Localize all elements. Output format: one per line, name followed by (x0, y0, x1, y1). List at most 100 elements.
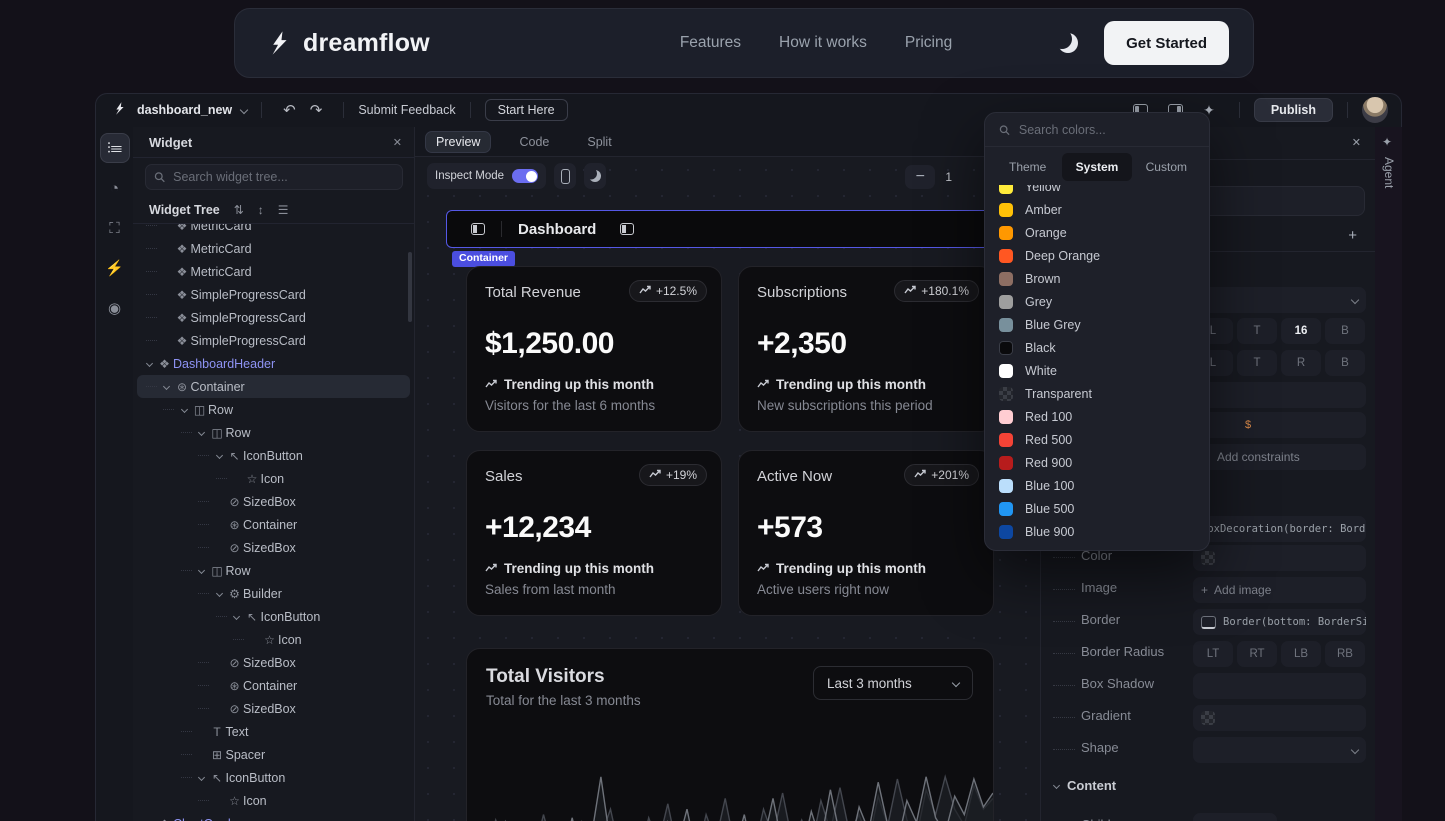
tree-item-sizedbox[interactable]: ⊘ SizedBox (137, 697, 410, 720)
chevron-down-icon[interactable] (177, 407, 191, 412)
gradient-field[interactable] (1193, 705, 1366, 731)
tree-item-metriccard[interactable]: ❖ MetricCard (137, 237, 410, 260)
color-option-green-100[interactable]: Green 100 (995, 543, 1199, 544)
property-field-variable[interactable]: $ (1193, 412, 1366, 438)
agent-tab[interactable]: Agent (1382, 157, 1396, 188)
nav-link-0[interactable]: Features (680, 34, 741, 52)
picker-tab-custom[interactable]: Custom (1132, 153, 1201, 181)
metric-card-3[interactable]: Active Now +201% +573 Trending up this m… (738, 450, 994, 616)
tab-preview[interactable]: Preview (425, 131, 491, 153)
tree-item-sizedbox[interactable]: ⊘ SizedBox (137, 536, 410, 559)
color-option-black[interactable]: Black (995, 336, 1199, 359)
start-here-button[interactable]: Start Here (485, 99, 568, 121)
visitors-range-select[interactable]: Last 3 months (813, 666, 973, 700)
tree-item-row[interactable]: ◫ Row (137, 398, 410, 421)
color-option-red-100[interactable]: Red 100 (995, 405, 1199, 428)
border-radius-rb[interactable]: RB (1325, 641, 1365, 667)
tree-item-icon[interactable]: ☆ Icon (137, 467, 410, 490)
color-option-grey[interactable]: Grey (995, 290, 1199, 313)
tab-code[interactable]: Code (509, 132, 559, 152)
chevron-down-icon[interactable] (142, 361, 156, 366)
redo-button[interactable]: ↷ (310, 101, 323, 119)
tree-scrollbar[interactable] (408, 252, 412, 322)
color-option-blue-900[interactable]: Blue 900 (995, 520, 1199, 543)
tab-split[interactable]: Split (577, 132, 621, 152)
tree-item-icon[interactable]: ☆ Icon (137, 628, 410, 651)
color-option-amber[interactable]: Amber (995, 198, 1199, 221)
padding-r[interactable]: R (1281, 350, 1321, 376)
image-icon[interactable]: ⛶ (100, 213, 130, 243)
widget-tree-icon[interactable]: ⫶☰ (100, 133, 130, 163)
tree-item-metriccard[interactable]: ❖ MetricCard (137, 260, 410, 283)
app-header[interactable]: Dashboard (446, 210, 1016, 248)
tree-item-container[interactable]: ⊛ Container (137, 375, 410, 398)
nav-link-2[interactable]: Pricing (905, 34, 952, 52)
chevron-down-icon[interactable] (195, 775, 209, 780)
tree-item-container[interactable]: ⊛ Container (137, 513, 410, 536)
tree-item-simpleprogresscard[interactable]: ❖ SimpleProgressCard (137, 329, 410, 352)
chevron-down-icon[interactable] (195, 430, 209, 435)
sort-icon[interactable]: ⇅ (234, 203, 244, 217)
picker-tab-theme[interactable]: Theme (993, 153, 1062, 181)
color-option-red-900[interactable]: Red 900 (995, 451, 1199, 474)
color-option-blue-100[interactable]: Blue 100 (995, 474, 1199, 497)
tree-item-spacer[interactable]: ⊞ Spacer (137, 743, 410, 766)
property-select[interactable] (1193, 287, 1366, 313)
color-option-brown[interactable]: Brown (995, 267, 1199, 290)
padding-t[interactable]: T (1237, 318, 1277, 344)
droplet-icon[interactable]: ◉ (100, 293, 130, 323)
undo-button[interactable]: ↶ (283, 101, 296, 119)
image-field[interactable]: + Add image (1193, 577, 1366, 603)
tree-item-chartcard[interactable]: ❖ ChartCard (137, 812, 410, 821)
project-name[interactable]: dashboard_new (137, 103, 232, 117)
tree-item-row[interactable]: ◫ Row (137, 559, 410, 582)
tree-item-dashboardheader[interactable]: ❖ DashboardHeader (137, 352, 410, 375)
panel-right-icon[interactable] (620, 223, 634, 235)
tree-item-text[interactable]: T Text (137, 720, 410, 743)
color-option-deep-orange[interactable]: Deep Orange (995, 244, 1199, 267)
border-radius-lt[interactable]: LT (1193, 641, 1233, 667)
nav-link-1[interactable]: How it works (779, 34, 867, 52)
metric-card-2[interactable]: Sales +19% +12,234 Trending up this mont… (466, 450, 722, 616)
tree-options-icon[interactable]: ☰ (278, 203, 289, 217)
get-started-button[interactable]: Get Started (1104, 21, 1229, 65)
border-field[interactable]: Border(bottom: BorderSide (1193, 609, 1366, 635)
box-shadow-field[interactable] (1193, 673, 1366, 699)
user-avatar[interactable] (1362, 97, 1388, 123)
color-search[interactable] (985, 113, 1209, 147)
color-option-white[interactable]: White (995, 359, 1199, 382)
padding-b[interactable]: B (1325, 318, 1365, 344)
shape-field[interactable] (1193, 737, 1366, 763)
content-section-header[interactable]: Content (1054, 778, 1116, 793)
inspect-mode-toggle[interactable] (512, 169, 538, 183)
color-option-blue-500[interactable]: Blue 500 (995, 497, 1199, 520)
visitors-card[interactable]: Total Visitors Total for the last 3 mont… (466, 648, 994, 821)
color-option-transparent[interactable]: Transparent (995, 382, 1199, 405)
border-radius-rt[interactable]: RT (1237, 641, 1277, 667)
submit-feedback-button[interactable]: Submit Feedback (358, 103, 455, 117)
padding-b[interactable]: B (1325, 350, 1365, 376)
decoration-field[interactable]: BoxDecoration(border: Border (1193, 516, 1366, 542)
metric-card-0[interactable]: Total Revenue +12.5% $1,250.00 Trending … (466, 266, 722, 432)
publish-button[interactable]: Publish (1254, 98, 1333, 122)
add-constraints-button[interactable]: Add constraints (1193, 444, 1366, 470)
tree-item-row[interactable]: ◫ Row (137, 421, 410, 444)
sidebar-toggle-icon[interactable] (471, 223, 485, 235)
picker-tab-system[interactable]: System (1062, 153, 1131, 181)
border-radius-lb[interactable]: LB (1281, 641, 1321, 667)
color-option-blue-grey[interactable]: Blue Grey (995, 313, 1199, 336)
widget-search-input[interactable] (171, 169, 394, 185)
property-field[interactable] (1193, 382, 1366, 408)
color-option-yellow[interactable]: Yellow (995, 185, 1199, 198)
color-search-input[interactable] (1017, 122, 1195, 138)
chevron-down-icon[interactable] (212, 591, 226, 596)
color-option-red-500[interactable]: Red 500 (995, 428, 1199, 451)
add-icon[interactable]: + (1348, 227, 1357, 244)
child-chip[interactable] (1193, 813, 1277, 821)
chevron-down-icon[interactable] (212, 453, 226, 458)
padding-16[interactable]: 16 (1281, 318, 1321, 344)
zoom-out-button[interactable]: − (905, 165, 935, 189)
close-icon[interactable]: ✕ (393, 136, 402, 149)
tree-item-sizedbox[interactable]: ⊘ SizedBox (137, 490, 410, 513)
tree-item-iconbutton[interactable]: ↖ IconButton (137, 605, 410, 628)
